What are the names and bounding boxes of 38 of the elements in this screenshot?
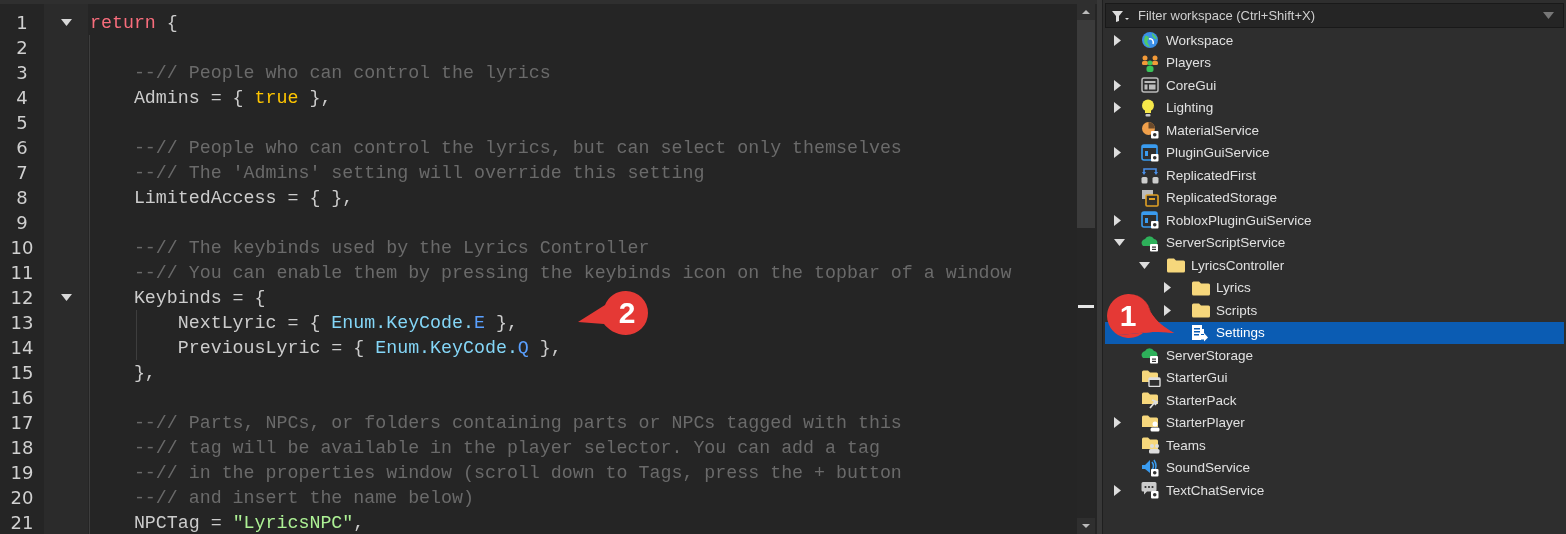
line-number: 10	[9, 237, 35, 258]
line-number: 16	[9, 387, 35, 408]
code-line: --// tag will be available in the player selector. You can add a tag	[132, 437, 880, 458]
code-line: Keybinds = {	[132, 287, 266, 308]
code-line: --// The 'Admins' setting will override this setting	[132, 162, 705, 183]
code-line: --// in the properties window (scroll down to Tags, press the + button	[132, 462, 902, 483]
code-line: --// People who can control the lyrics, but can select only themselves	[132, 137, 902, 158]
line-number: 4	[15, 87, 29, 108]
line-number: 14	[9, 337, 35, 358]
line-number: 1	[15, 12, 29, 33]
line-number: 15	[9, 362, 35, 383]
code-line: NextLyric = { Enum.KeyCode.E },	[176, 312, 518, 333]
line-number: 8	[15, 187, 29, 208]
code-line: },	[132, 362, 156, 383]
line-number: 21	[9, 512, 35, 533]
line-number: 7	[15, 162, 29, 183]
line-number: 6	[15, 137, 29, 158]
line-number: 11	[9, 262, 35, 283]
line-number: 12	[9, 287, 35, 308]
code-line: PreviousLyric = { Enum.KeyCode.Q },	[176, 337, 562, 358]
line-number: 9	[15, 212, 29, 233]
line-number: 5	[15, 112, 29, 133]
line-number: 18	[9, 437, 35, 458]
line-number: 17	[9, 412, 35, 433]
code-line: NPCTag = "LyricsNPC",	[132, 512, 365, 533]
line-number: 3	[15, 62, 29, 83]
code-line: --// People who can control the lyrics	[132, 62, 551, 83]
line-number: 20	[9, 487, 35, 508]
line-number: 2	[15, 37, 29, 58]
line-number: 13	[9, 312, 35, 333]
code-line: --// The keybinds used by the Lyrics Controller	[132, 237, 650, 258]
code-line: --// You can enable them by pressing the keybinds icon on the topbar of a window	[132, 262, 1012, 283]
code-line: --// and insert the name below)	[132, 487, 474, 508]
code-line: Admins = { true },	[132, 87, 332, 108]
code-line: --// Parts, NPCs, or folders containing parts or NPCs tagged with this	[132, 412, 902, 433]
code-line: LimitedAccess = { },	[132, 187, 354, 208]
code-line: return {	[90, 12, 178, 33]
line-number: 19	[9, 462, 35, 483]
